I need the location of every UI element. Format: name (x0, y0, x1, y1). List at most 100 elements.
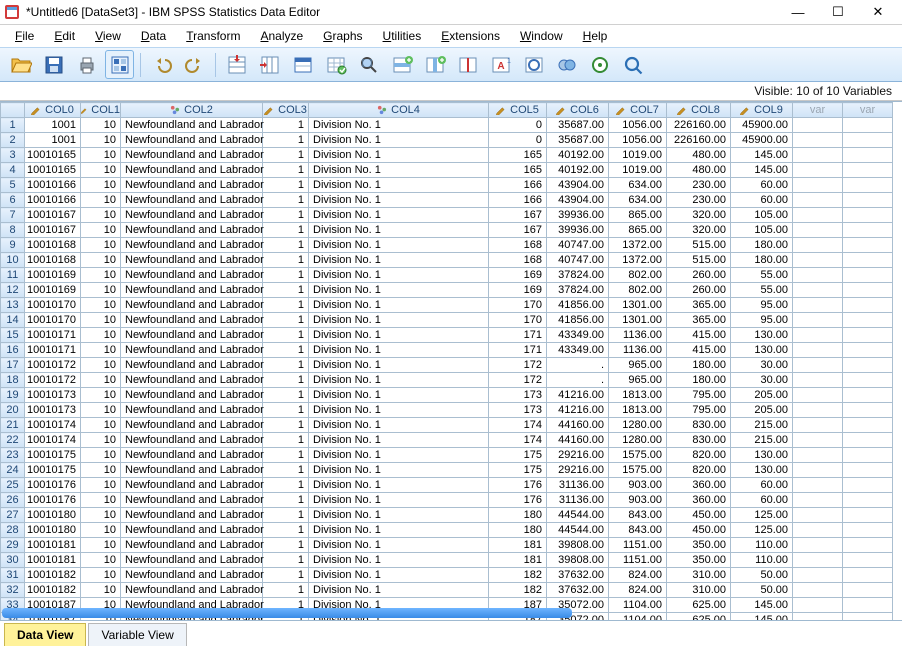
row-number[interactable]: 4 (1, 163, 25, 178)
cell[interactable]: 965.00 (609, 358, 667, 373)
cell-empty[interactable] (793, 508, 843, 523)
cell[interactable]: 10010167 (25, 223, 81, 238)
cell[interactable]: Newfoundland and Labrador (121, 403, 263, 418)
row-number[interactable]: 27 (1, 508, 25, 523)
goto-variable-icon[interactable] (255, 50, 284, 79)
row-number[interactable]: 14 (1, 313, 25, 328)
cell[interactable]: 39808.00 (547, 538, 609, 553)
cell[interactable]: 1301.00 (609, 313, 667, 328)
cell[interactable]: 41856.00 (547, 313, 609, 328)
cell[interactable]: 1 (263, 298, 309, 313)
cell[interactable]: 40747.00 (547, 238, 609, 253)
cell[interactable]: 43904.00 (547, 178, 609, 193)
tab-variable-view[interactable]: Variable View (88, 623, 186, 646)
cell-empty[interactable] (793, 478, 843, 493)
cell[interactable]: 10 (81, 418, 121, 433)
cell[interactable]: 1 (263, 223, 309, 238)
cell-empty[interactable] (843, 133, 893, 148)
cell-empty[interactable] (793, 598, 843, 613)
menu-edit[interactable]: Edit (45, 27, 84, 45)
cell[interactable]: 1 (263, 208, 309, 223)
cell[interactable]: Newfoundland and Labrador (121, 238, 263, 253)
cell[interactable]: 10 (81, 373, 121, 388)
cell[interactable]: Division No. 1 (309, 523, 489, 538)
cell[interactable]: 450.00 (667, 523, 731, 538)
row-number[interactable]: 24 (1, 463, 25, 478)
row-number[interactable]: 20 (1, 403, 25, 418)
cell[interactable]: 110.00 (731, 553, 793, 568)
menu-graphs[interactable]: Graphs (314, 27, 371, 45)
cell[interactable]: 10 (81, 508, 121, 523)
cell-empty[interactable] (843, 328, 893, 343)
cell[interactable]: 172 (489, 373, 547, 388)
cell[interactable]: 10010182 (25, 568, 81, 583)
cell[interactable]: 44544.00 (547, 523, 609, 538)
cell-empty[interactable] (843, 313, 893, 328)
cell-empty[interactable] (843, 118, 893, 133)
cell[interactable]: . (547, 373, 609, 388)
cell[interactable]: 168 (489, 238, 547, 253)
row-number[interactable]: 13 (1, 298, 25, 313)
cell[interactable]: 205.00 (731, 388, 793, 403)
cell[interactable]: 480.00 (667, 163, 731, 178)
cell[interactable]: 1 (263, 553, 309, 568)
cell[interactable]: 1136.00 (609, 343, 667, 358)
cell-empty[interactable] (843, 238, 893, 253)
cell-empty[interactable] (843, 193, 893, 208)
cell[interactable]: 44544.00 (547, 508, 609, 523)
cell[interactable]: 1 (263, 358, 309, 373)
cell-empty[interactable] (793, 448, 843, 463)
cell[interactable]: Division No. 1 (309, 118, 489, 133)
cell[interactable]: Newfoundland and Labrador (121, 133, 263, 148)
cell[interactable]: 31136.00 (547, 493, 609, 508)
cell[interactable]: 10 (81, 403, 121, 418)
row-number[interactable]: 25 (1, 478, 25, 493)
cell[interactable]: 10010176 (25, 478, 81, 493)
cell-empty[interactable] (793, 133, 843, 148)
cell[interactable]: 260.00 (667, 268, 731, 283)
cell[interactable]: 10010165 (25, 148, 81, 163)
cell[interactable]: 41216.00 (547, 388, 609, 403)
cell[interactable]: 10010167 (25, 208, 81, 223)
cell[interactable]: 166 (489, 178, 547, 193)
cell[interactable]: 1 (263, 523, 309, 538)
cell[interactable]: 795.00 (667, 388, 731, 403)
cell[interactable]: 1813.00 (609, 388, 667, 403)
cell[interactable]: 1 (263, 163, 309, 178)
cell[interactable]: 55.00 (731, 268, 793, 283)
cell[interactable]: 10 (81, 118, 121, 133)
cell[interactable]: 172 (489, 358, 547, 373)
recall-dialog-icon[interactable] (105, 50, 134, 79)
cell-empty[interactable] (793, 238, 843, 253)
cell[interactable]: Division No. 1 (309, 448, 489, 463)
cell[interactable]: 43349.00 (547, 328, 609, 343)
cell[interactable]: 320.00 (667, 208, 731, 223)
insert-variable-icon[interactable] (420, 50, 449, 79)
menu-utilities[interactable]: Utilities (374, 27, 431, 45)
cell-empty[interactable] (843, 478, 893, 493)
cell[interactable]: 43904.00 (547, 193, 609, 208)
cell[interactable]: 1019.00 (609, 163, 667, 178)
cell[interactable]: 10 (81, 133, 121, 148)
cell[interactable]: 1372.00 (609, 238, 667, 253)
cell-empty[interactable] (793, 313, 843, 328)
cell[interactable]: 1 (263, 448, 309, 463)
cell[interactable]: 802.00 (609, 283, 667, 298)
cell[interactable]: 10 (81, 223, 121, 238)
cell[interactable]: 360.00 (667, 493, 731, 508)
cell[interactable]: 31136.00 (547, 478, 609, 493)
cell-empty[interactable] (843, 268, 893, 283)
cell[interactable]: Division No. 1 (309, 178, 489, 193)
cell[interactable]: 1 (263, 238, 309, 253)
cell[interactable]: 40192.00 (547, 148, 609, 163)
cell[interactable]: 865.00 (609, 208, 667, 223)
cell[interactable]: 903.00 (609, 493, 667, 508)
value-labels-icon[interactable] (552, 50, 581, 79)
cell[interactable]: 181 (489, 553, 547, 568)
cell[interactable]: Newfoundland and Labrador (121, 313, 263, 328)
cell[interactable]: 10 (81, 208, 121, 223)
cell[interactable]: Division No. 1 (309, 553, 489, 568)
cell[interactable]: Division No. 1 (309, 148, 489, 163)
cell[interactable]: 215.00 (731, 418, 793, 433)
row-number[interactable]: 8 (1, 223, 25, 238)
